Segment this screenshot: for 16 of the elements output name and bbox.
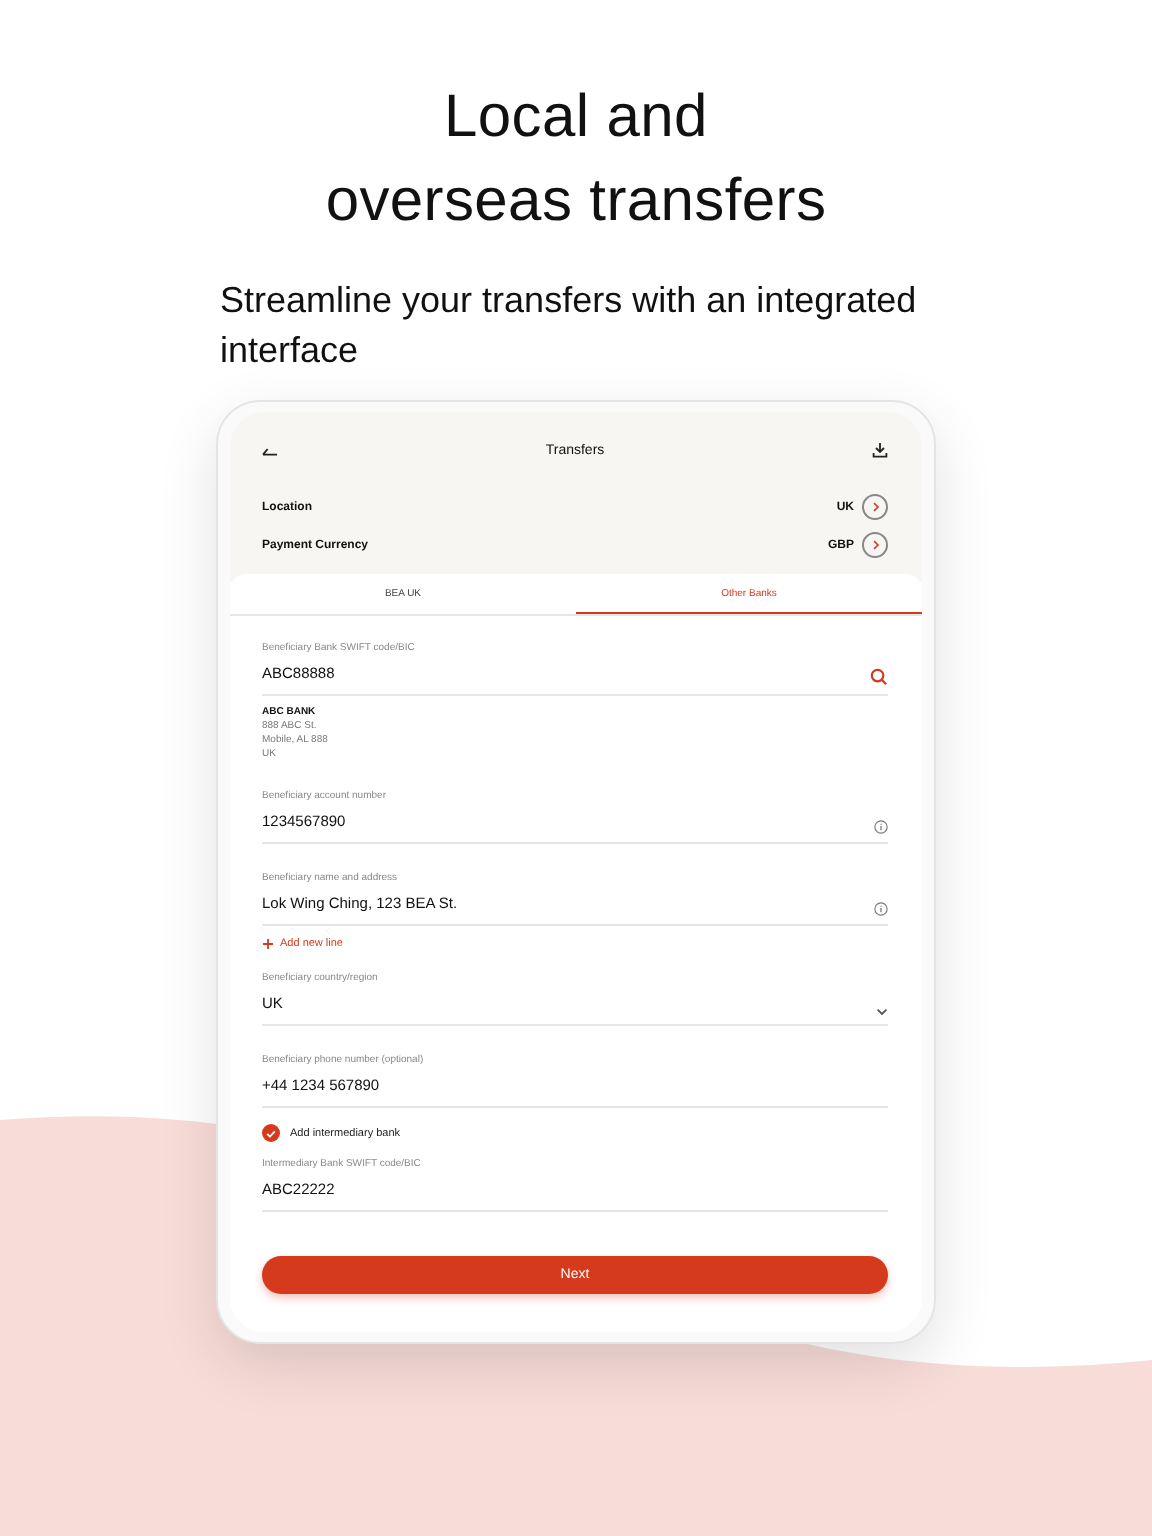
checkmark-icon [266,1129,276,1137]
search-icon[interactable] [870,668,888,686]
chevron-right-button[interactable] [862,494,888,520]
plus-icon [262,938,274,950]
chevron-right-icon [871,502,879,512]
headline: overseas transfers [325,166,827,238]
info-icon[interactable] [874,902,888,916]
chevron-right-button[interactable] [862,532,888,558]
chevron-down-icon[interactable] [876,1008,888,1016]
download-icon[interactable] [872,442,888,458]
back-arrow-icon[interactable] [262,445,278,455]
chevron-right-icon [871,540,879,550]
checkbox[interactable] [262,1124,280,1142]
headline: Local and [444,82,708,154]
subtitle: Streamline your transfers with an integrated interface [220,278,919,374]
info-icon[interactable] [874,820,888,834]
